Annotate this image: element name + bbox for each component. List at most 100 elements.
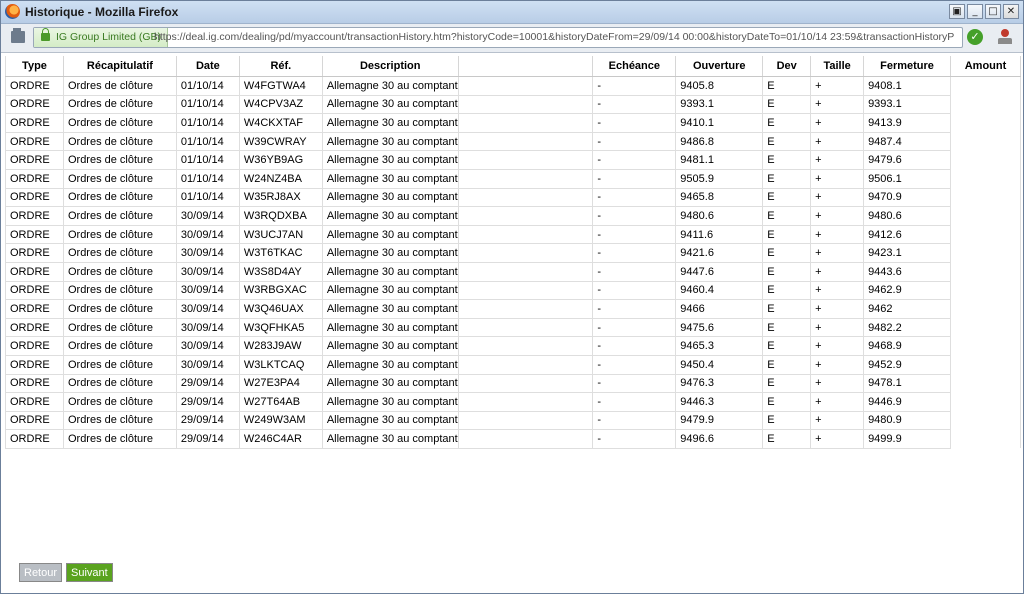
cell-dev: E [762, 113, 812, 133]
check-icon[interactable]: ✓ [967, 29, 983, 45]
cell-echeance: - [592, 169, 677, 189]
cell-description: Allemagne 30 au comptant [322, 374, 459, 394]
cell-description: Allemagne 30 au comptant [322, 169, 459, 189]
cell-ref: W4FGTWA4 [239, 76, 323, 96]
url-text[interactable]: https://deal.ig.com/dealing/pd/myaccount… [154, 28, 954, 47]
cell-ref: W3UCJ7AN [239, 225, 323, 245]
cell-amount [950, 113, 1022, 133]
cell-fermeture: 9480.9 [863, 411, 951, 431]
cell-type: ORDRE [5, 188, 64, 208]
cell-date: 01/10/14 [176, 95, 240, 115]
cell-description: Allemagne 30 au comptant [322, 132, 459, 152]
cell-recap: Ordres de clôture [63, 318, 177, 338]
cell-description: Allemagne 30 au comptant [322, 299, 459, 319]
cell-date: 30/09/14 [176, 281, 240, 301]
cell-type: ORDRE [5, 206, 64, 226]
cell-recap: Ordres de clôture [63, 243, 177, 263]
pagination: Retour Suivant [19, 563, 113, 582]
url-bar[interactable]: IG Group Limited (GB) https://deal.ig.co… [33, 27, 963, 48]
cell-type: ORDRE [5, 411, 64, 431]
cell-recap: Ordres de clôture [63, 355, 177, 375]
cell-type: ORDRE [5, 95, 64, 115]
close-button[interactable]: ✕ [1003, 4, 1019, 19]
cell-date: 29/09/14 [176, 392, 240, 412]
cell-description: Allemagne 30 au comptant [322, 150, 459, 170]
cell-spacer [458, 262, 594, 282]
cell-amount [950, 243, 1022, 263]
cell-ref: W3RBGXAC [239, 281, 323, 301]
cell-description: Allemagne 30 au comptant [322, 76, 459, 96]
transaction-history-table: Type Récapitulatif Date Réf. Description Eché… [5, 56, 1022, 449]
cell-dev: E [762, 281, 812, 301]
maximize-button[interactable]: □ [985, 4, 1001, 19]
cell-echeance: - [592, 76, 677, 96]
cell-echeance: - [592, 392, 677, 412]
cell-date: 01/10/14 [176, 76, 240, 96]
cell-ref: W36YB9AG [239, 150, 323, 170]
page-content: Type Récapitulatif Date Réf. Description Eché… [5, 56, 1022, 449]
cell-type: ORDRE [5, 243, 64, 263]
firefox-icon [5, 4, 20, 19]
cell-amount [950, 150, 1022, 170]
cell-type: ORDRE [5, 318, 64, 338]
restore-icon[interactable]: ▣ [949, 4, 965, 19]
cell-recap: Ordres de clôture [63, 113, 177, 133]
cell-ouverture: 9450.4 [675, 355, 764, 375]
cell-date: 30/09/14 [176, 299, 240, 319]
cell-type: ORDRE [5, 132, 64, 152]
cell-dev: E [762, 318, 812, 338]
cell-amount [950, 318, 1022, 337]
cell-spacer [458, 429, 594, 449]
cell-date: 01/10/14 [176, 150, 240, 170]
cell-ref: W27T64AB [239, 392, 323, 412]
cell-ref: W35RJ8AX [239, 188, 323, 208]
cell-amount [950, 429, 1022, 449]
column-header-recap: Récapitulatif [63, 56, 177, 77]
cell-fermeture: 9412.6 [863, 225, 951, 245]
cell-taille: + [810, 206, 865, 226]
column-header-echeance: Echéance [592, 56, 677, 77]
cell-echeance: - [592, 95, 677, 115]
previous-button[interactable]: Retour [19, 563, 63, 582]
cell-fermeture: 9487.4 [863, 132, 951, 152]
cell-taille: + [810, 374, 865, 394]
cell-recap: Ordres de clôture [63, 374, 177, 394]
cell-echeance: - [592, 206, 677, 226]
page-icon[interactable] [11, 28, 25, 43]
user-addon-icon[interactable] [997, 29, 1013, 45]
cell-description: Allemagne 30 au comptant [322, 355, 459, 375]
cell-echeance: - [592, 429, 677, 449]
cell-fermeture: 9446.9 [863, 392, 951, 412]
site-identity[interactable]: IG Group Limited (GB) [34, 28, 169, 47]
cell-dev: E [762, 206, 812, 226]
cell-spacer [458, 188, 594, 208]
next-button[interactable]: Suivant [66, 563, 113, 582]
title-bar: Historique - Mozilla Firefox ▣ _ □ ✕ [1, 1, 1023, 24]
cell-spacer [458, 336, 594, 356]
cell-fermeture: 9479.6 [863, 150, 951, 170]
cell-type: ORDRE [5, 392, 64, 412]
cell-ref: W246C4AR [239, 429, 323, 449]
table-row: ORDRE Ordres de clôture 29/09/14 W27T64AB Al… [5, 392, 1022, 412]
minimize-button[interactable]: _ [967, 4, 983, 19]
table-row: ORDRE Ordres de clôture 30/09/14 W3LKTCAQ Al… [5, 355, 1022, 375]
cell-recap: Ordres de clôture [63, 169, 177, 189]
cell-recap: Ordres de clôture [63, 132, 177, 152]
cell-ouverture: 9465.8 [675, 188, 764, 208]
cell-echeance: - [592, 411, 677, 431]
cell-spacer [458, 206, 594, 226]
cell-taille: + [810, 95, 865, 115]
cell-ref: W249W3AM [239, 411, 323, 431]
cell-recap: Ordres de clôture [63, 150, 177, 170]
lock-icon [41, 28, 50, 41]
cell-taille: + [810, 392, 865, 412]
cell-spacer [458, 318, 594, 338]
cell-taille: + [810, 429, 865, 449]
cell-description: Allemagne 30 au comptant [322, 429, 459, 449]
column-header-fermeture: Fermeture [863, 56, 951, 77]
cell-description: Allemagne 30 au comptant [322, 225, 459, 245]
cell-ref: W4CPV3AZ [239, 95, 323, 115]
cell-spacer [458, 113, 594, 133]
cell-description: Allemagne 30 au comptant [322, 262, 459, 282]
cell-taille: + [810, 169, 865, 189]
